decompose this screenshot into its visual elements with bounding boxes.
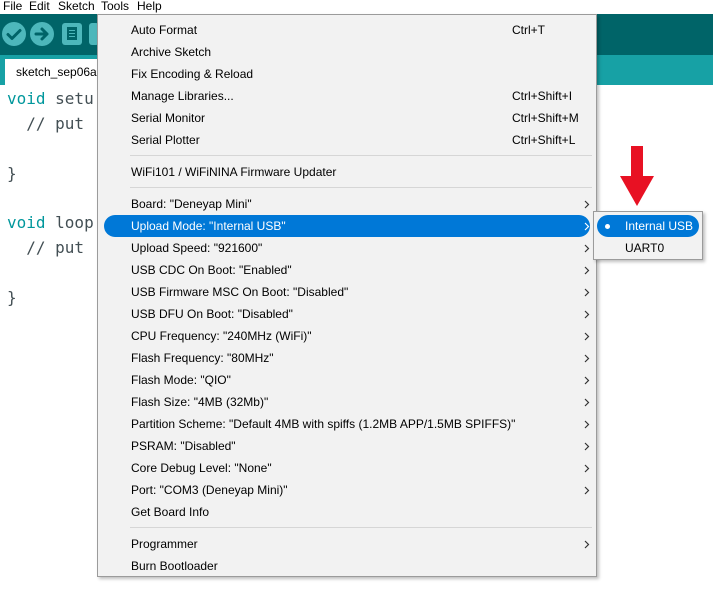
upload-button[interactable] <box>30 22 54 46</box>
new-sketch-icon <box>67 27 77 40</box>
verify-button[interactable] <box>2 22 26 46</box>
menu-separator <box>130 527 592 528</box>
menu-item-cpu-frequency[interactable]: CPU Frequency: "240MHz (WiFi)" <box>104 325 590 347</box>
chevron-right-icon <box>584 303 592 325</box>
chevron-right-icon <box>584 281 592 303</box>
menu-item-serial-plotter[interactable]: Serial Plotter Ctrl+Shift+L <box>104 129 590 151</box>
menu-separator <box>130 155 592 156</box>
menu-item-archive-sketch[interactable]: Archive Sketch <box>104 41 590 63</box>
chevron-right-icon <box>584 193 592 215</box>
menu-item-core-debug-level[interactable]: Core Debug Level: "None" <box>104 457 590 479</box>
menu-item-flash-frequency[interactable]: Flash Frequency: "80MHz" <box>104 347 590 369</box>
chevron-right-icon <box>584 479 592 501</box>
check-icon <box>6 29 22 40</box>
menu-item-upload-speed[interactable]: Upload Speed: "921600" <box>104 237 590 259</box>
chevron-right-icon <box>584 457 592 479</box>
menu-item-programmer[interactable]: Programmer <box>104 533 590 555</box>
menu-item-usb-cdc[interactable]: USB CDC On Boot: "Enabled" <box>104 259 590 281</box>
menu-help[interactable]: Help <box>137 0 162 13</box>
menu-edit[interactable]: Edit <box>29 0 50 13</box>
code-line: // put <box>7 114 85 133</box>
chevron-right-icon <box>584 325 592 347</box>
new-sketch-button[interactable] <box>62 23 82 45</box>
chevron-right-icon <box>584 413 592 435</box>
radio-selected-icon <box>605 224 610 229</box>
menu-item-upload-mode[interactable]: Upload Mode: "Internal USB" <box>104 215 590 237</box>
menu-item-board[interactable]: Board: "Deneyap Mini" <box>104 193 590 215</box>
menu-item-flash-mode[interactable]: Flash Mode: "QIO" <box>104 369 590 391</box>
chevron-right-icon <box>584 347 592 369</box>
menu-bar: File Edit Sketch Tools Help <box>0 0 713 14</box>
menu-sketch[interactable]: Sketch <box>58 0 95 13</box>
upload-mode-submenu: Internal USB UART0 <box>593 211 703 260</box>
code-line: // put <box>7 238 85 257</box>
chevron-right-icon <box>584 237 592 259</box>
menu-item-port[interactable]: Port: "COM3 (Deneyap Mini)" <box>104 479 590 501</box>
menu-item-auto-format[interactable]: Auto Format Ctrl+T <box>104 19 590 41</box>
menu-item-usb-dfu[interactable]: USB DFU On Boot: "Disabled" <box>104 303 590 325</box>
chevron-right-icon <box>584 391 592 413</box>
menu-item-psram[interactable]: PSRAM: "Disabled" <box>104 435 590 457</box>
menu-item-burn-bootloader[interactable]: Burn Bootloader <box>104 555 590 577</box>
code-line: } <box>7 164 17 183</box>
code-line: } <box>7 288 17 307</box>
chevron-right-icon <box>584 369 592 391</box>
menu-item-partition-scheme[interactable]: Partition Scheme: "Default 4MB with spif… <box>104 413 590 435</box>
chevron-right-icon <box>584 259 592 281</box>
submenu-item-uart0[interactable]: UART0 <box>597 237 699 259</box>
code-line: void loop <box>7 213 94 232</box>
menu-tools[interactable]: Tools <box>101 0 129 13</box>
chevron-right-icon <box>584 435 592 457</box>
menu-file[interactable]: File <box>3 0 22 13</box>
menu-item-firmware-updater[interactable]: WiFi101 / WiFiNINA Firmware Updater <box>104 161 590 183</box>
menu-separator <box>130 187 592 188</box>
menu-item-usb-msc[interactable]: USB Firmware MSC On Boot: "Disabled" <box>104 281 590 303</box>
menu-item-serial-monitor[interactable]: Serial Monitor Ctrl+Shift+M <box>104 107 590 129</box>
menu-item-manage-libraries[interactable]: Manage Libraries... Ctrl+Shift+I <box>104 85 590 107</box>
arrow-right-icon <box>34 27 49 41</box>
code-line: void setu <box>7 89 94 108</box>
menu-item-flash-size[interactable]: Flash Size: "4MB (32Mb)" <box>104 391 590 413</box>
red-down-arrow-icon <box>620 146 654 206</box>
chevron-right-icon <box>584 215 592 237</box>
menu-item-get-board-info[interactable]: Get Board Info <box>104 501 590 523</box>
menu-item-fix-encoding[interactable]: Fix Encoding & Reload <box>104 63 590 85</box>
tools-menu: Auto Format Ctrl+T Archive Sketch Fix Enc… <box>97 14 597 577</box>
submenu-item-internal-usb[interactable]: Internal USB <box>597 215 699 237</box>
chevron-right-icon <box>584 533 592 555</box>
